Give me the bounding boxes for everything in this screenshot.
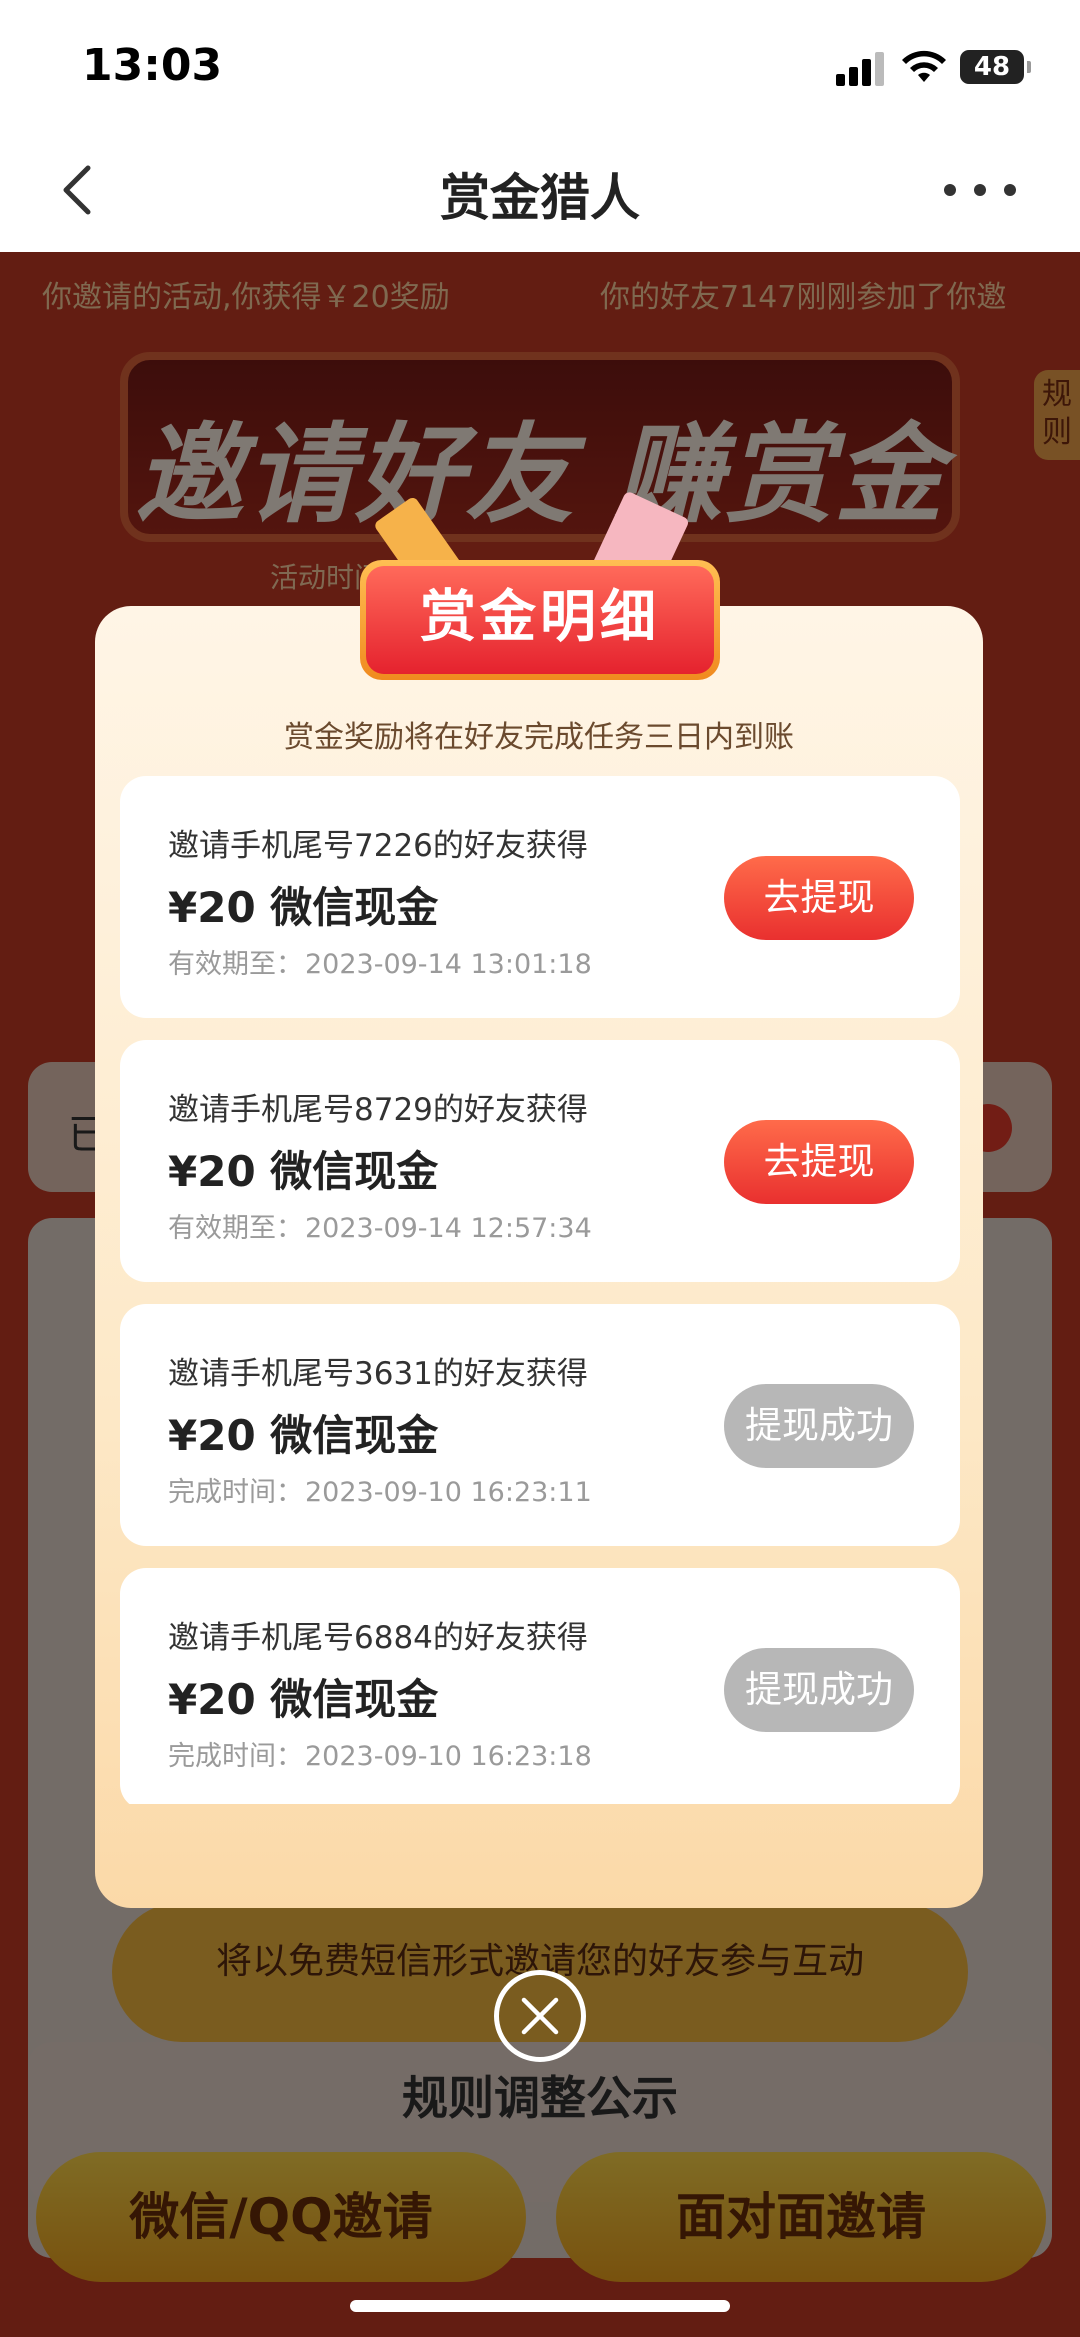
bounty-item-label: 邀请手机尾号7226的好友获得	[168, 828, 588, 864]
bounty-item-label: 邀请手机尾号8729的好友获得	[168, 1092, 588, 1128]
bounty-item-label: 邀请手机尾号6884的好友获得	[168, 1620, 588, 1656]
bounty-list[interactable]: 邀请手机尾号7226的好友获得 ¥20 微信现金 有效期至：2023-09-14…	[120, 776, 960, 1804]
modal-title: 赏金明细	[366, 566, 714, 674]
home-indicator	[350, 2300, 730, 2312]
time-label: 有效期至：	[168, 949, 303, 980]
bounty-item: 邀请手机尾号8729的好友获得 ¥20 微信现金 有效期至：2023-09-14…	[120, 1040, 960, 1282]
bounty-item-label: 邀请手机尾号3631的好友获得	[168, 1356, 588, 1392]
modal-title-badge: 赏金明细	[360, 560, 720, 680]
time-value: 2023-09-14 12:57:34	[305, 1213, 592, 1244]
bounty-item-amount: ¥20 微信现金	[168, 1147, 439, 1196]
status-time: 13:03	[82, 40, 223, 91]
time-label: 有效期至：	[168, 1213, 303, 1244]
bounty-item: 邀请手机尾号6884的好友获得 ¥20 微信现金 完成时间：2023-09-10…	[120, 1568, 960, 1804]
withdraw-button[interactable]: 去提现	[724, 856, 914, 940]
bounty-item-amount: ¥20 微信现金	[168, 883, 439, 932]
time-label: 完成时间：	[168, 1741, 303, 1772]
time-value: 2023-09-10 16:23:18	[305, 1741, 592, 1772]
more-icon[interactable]	[930, 178, 1030, 202]
wifi-icon	[902, 50, 946, 82]
withdrawn-status-button: 提现成功	[724, 1648, 914, 1732]
modal-subtitle: 赏金奖励将在好友完成任务三日内到账	[284, 720, 794, 755]
page-title: 赏金猎人	[440, 169, 640, 227]
bounty-item: 邀请手机尾号7226的好友获得 ¥20 微信现金 有效期至：2023-09-14…	[120, 776, 960, 1018]
time-label: 完成时间：	[168, 1477, 303, 1508]
time-value: 2023-09-10 16:23:11	[305, 1477, 592, 1508]
cellular-signal-icon	[836, 50, 886, 86]
bounty-item-amount: ¥20 微信现金	[168, 1411, 439, 1460]
bounty-item-time: 完成时间：2023-09-10 16:23:11	[168, 1470, 592, 1509]
bounty-item: 邀请手机尾号3631的好友获得 ¥20 微信现金 完成时间：2023-09-10…	[120, 1304, 960, 1546]
withdrawn-status-button: 提现成功	[724, 1384, 914, 1468]
bounty-item-amount: ¥20 微信现金	[168, 1675, 439, 1724]
nav-bar: 赏金猎人	[0, 130, 1080, 252]
time-value: 2023-09-14 13:01:18	[305, 949, 592, 980]
bounty-item-time: 有效期至：2023-09-14 13:01:18	[168, 942, 592, 981]
status-bar: 13:03 48	[0, 0, 1080, 130]
close-icon[interactable]	[494, 1970, 586, 2062]
bounty-item-time: 完成时间：2023-09-10 16:23:18	[168, 1734, 592, 1773]
bounty-item-time: 有效期至：2023-09-14 12:57:34	[168, 1206, 592, 1245]
battery-icon: 48	[960, 50, 1031, 84]
withdraw-button[interactable]: 去提现	[724, 1120, 914, 1204]
